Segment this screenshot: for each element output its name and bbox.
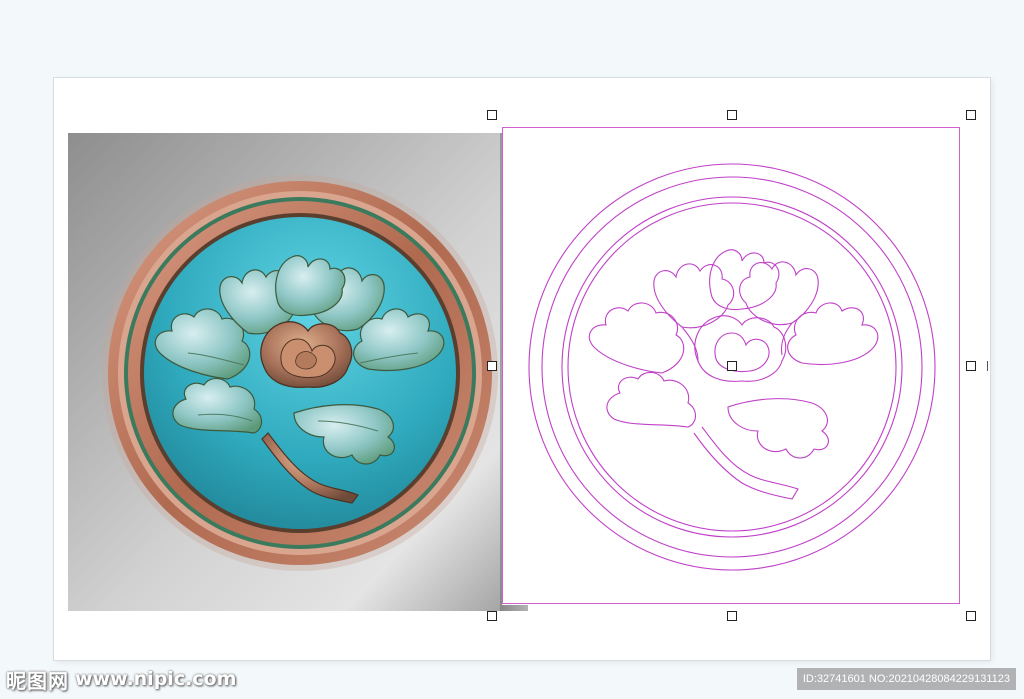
- resize-handle-bottom-left-icon[interactable]: [487, 611, 497, 621]
- relief-render-image: [68, 133, 528, 611]
- page-edge-marker: [987, 361, 992, 371]
- resize-handle-top-left-icon[interactable]: [487, 110, 497, 120]
- resize-handle-bottom-right-icon[interactable]: [966, 611, 976, 621]
- resize-handle-middle-left-icon[interactable]: [487, 361, 497, 371]
- resize-handle-bottom-center-icon[interactable]: [727, 611, 737, 621]
- move-handle-center-icon[interactable]: [727, 361, 737, 371]
- resize-handle-top-center-icon[interactable]: [727, 110, 737, 120]
- resize-handle-top-right-icon[interactable]: [966, 110, 976, 120]
- resize-handle-middle-right-icon[interactable]: [966, 361, 976, 371]
- watermark-url: www.nipic.com: [75, 668, 237, 690]
- watermark-left: 昵图网 www.nipic.com: [6, 666, 237, 693]
- watermark-logo-text: 昵图网: [6, 668, 69, 693]
- watermark-id-badge: ID:32741601 NO:20210428084229131123: [796, 668, 1016, 690]
